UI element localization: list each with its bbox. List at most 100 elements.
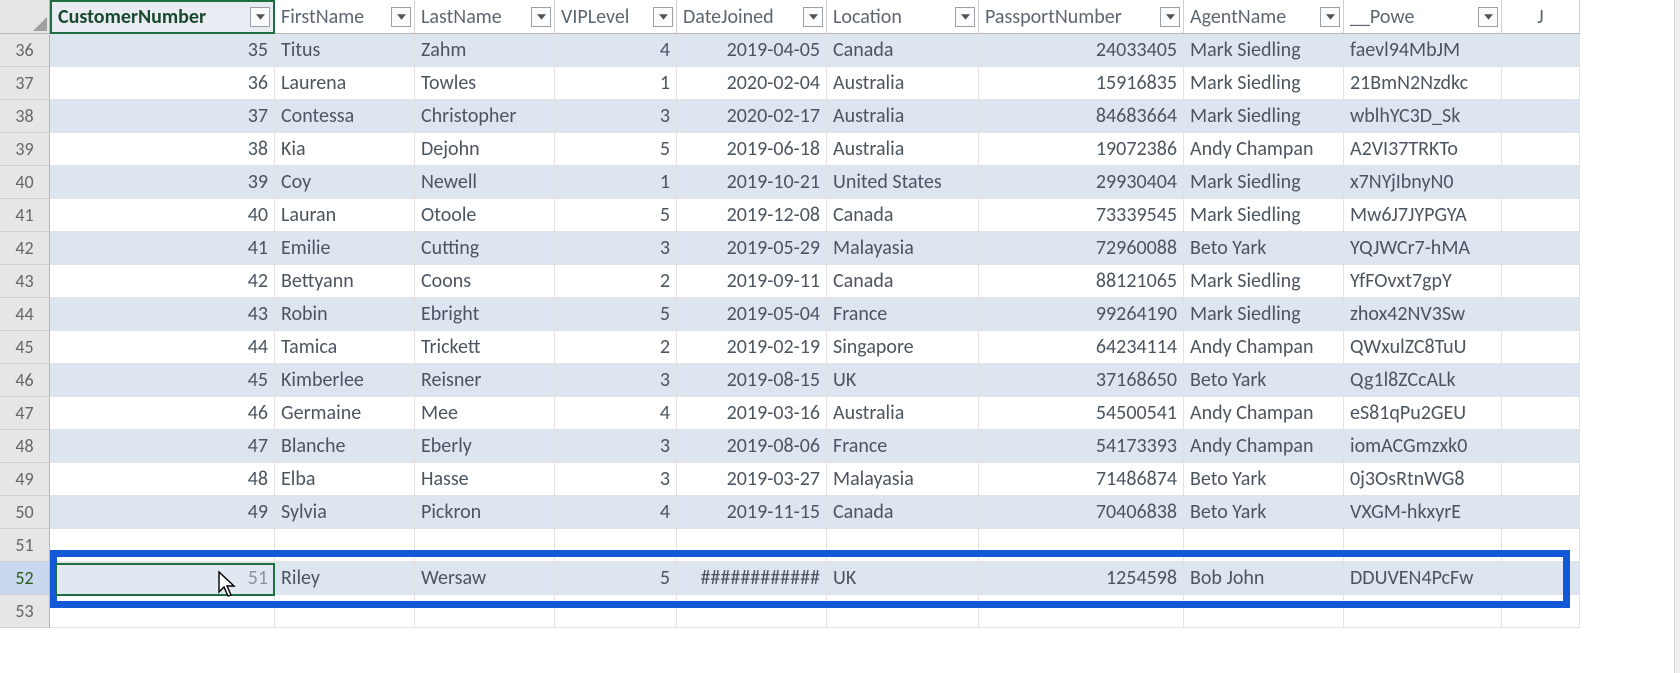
cell-viplevel[interactable]: 5 [555,298,677,331]
cell-agentname[interactable]: Mark Siedling [1184,166,1344,199]
cell-passportnumber[interactable]: 73339545 [979,199,1184,232]
cell-customernumber[interactable]: 39 [50,166,275,199]
cell-firstname[interactable] [275,529,415,562]
cell-empty[interactable] [1502,67,1580,100]
row-number[interactable]: 40 [0,166,50,199]
cell-passportnumber[interactable]: 24033405 [979,34,1184,67]
cell-viplevel[interactable]: 1 [555,166,677,199]
cell-powercode[interactable]: YQJWCr7-hMA [1344,232,1502,265]
cell-datejoined[interactable]: 2019-09-11 [677,265,827,298]
cell-lastname[interactable] [415,595,555,628]
cell-viplevel[interactable]: 3 [555,364,677,397]
cell-customernumber[interactable]: 47 [50,430,275,463]
filter-dropdown-icon[interactable] [531,7,551,27]
cell-lastname[interactable] [415,529,555,562]
cell-agentname[interactable]: Mark Siedling [1184,298,1344,331]
cell-customernumber[interactable]: 38 [50,133,275,166]
cell-customernumber[interactable]: 40 [50,199,275,232]
cell-location[interactable] [827,529,979,562]
cell-empty[interactable] [1502,298,1580,331]
cell-datejoined[interactable]: 2019-02-19 [677,331,827,364]
cell-agentname[interactable]: Mark Siedling [1184,34,1344,67]
cell-firstname[interactable]: Contessa [275,100,415,133]
cell-powercode[interactable]: Mw6J7JYPGYA [1344,199,1502,232]
cell-lastname[interactable]: Pickron [415,496,555,529]
filter-dropdown-icon[interactable] [1160,7,1180,27]
filter-dropdown-icon[interactable] [1478,7,1498,27]
cell-empty[interactable] [1502,430,1580,463]
cell-firstname[interactable]: Kia [275,133,415,166]
cell-datejoined[interactable]: 2019-08-06 [677,430,827,463]
cell-lastname[interactable]: Ebright [415,298,555,331]
cell-agentname[interactable]: Mark Siedling [1184,100,1344,133]
cell-powercode[interactable]: QWxulZC8TuU [1344,331,1502,364]
column-header-firstname[interactable]: FirstName [275,0,415,34]
cell-customernumber[interactable]: 51 [50,562,275,595]
cell-location[interactable]: United States [827,166,979,199]
cell-empty[interactable] [1502,496,1580,529]
cell-firstname[interactable]: Emilie [275,232,415,265]
cell-firstname[interactable]: Bettyann [275,265,415,298]
cell-powercode[interactable]: Qg1l8ZCcALk [1344,364,1502,397]
select-all-corner[interactable] [0,0,50,34]
cell-empty[interactable] [1502,463,1580,496]
cell-lastname[interactable]: Cutting [415,232,555,265]
cell-passportnumber[interactable]: 54500541 [979,397,1184,430]
cell-passportnumber[interactable]: 84683664 [979,100,1184,133]
cell-firstname[interactable]: Kimberlee [275,364,415,397]
cell-lastname[interactable]: Coons [415,265,555,298]
cell-datejoined[interactable]: 2019-08-15 [677,364,827,397]
cell-viplevel[interactable]: 4 [555,397,677,430]
filter-dropdown-icon[interactable] [1320,7,1340,27]
cell-powercode[interactable]: faevl94MbJM [1344,34,1502,67]
cell-agentname[interactable]: Mark Siedling [1184,265,1344,298]
cell-agentname[interactable]: Andy Champan [1184,331,1344,364]
cell-lastname[interactable]: Eberly [415,430,555,463]
cell-agentname[interactable]: Beto Yark [1184,364,1344,397]
cell-customernumber[interactable]: 43 [50,298,275,331]
cell-viplevel[interactable]: 3 [555,430,677,463]
filter-dropdown-icon[interactable] [803,7,823,27]
row-number[interactable]: 51 [0,529,50,562]
column-header-viplevel[interactable]: VIPLevel [555,0,677,34]
cell-viplevel[interactable]: 4 [555,496,677,529]
cell-agentname[interactable]: Mark Siedling [1184,67,1344,100]
cell-powercode[interactable] [1344,529,1502,562]
cell-firstname[interactable]: Titus [275,34,415,67]
cell-passportnumber[interactable]: 72960088 [979,232,1184,265]
cell-datejoined[interactable] [677,595,827,628]
cell-powercode[interactable]: x7NYjIbnyN0 [1344,166,1502,199]
cell-viplevel[interactable]: 2 [555,331,677,364]
row-number[interactable]: 37 [0,67,50,100]
cell-agentname[interactable]: Beto Yark [1184,496,1344,529]
cell-datejoined[interactable]: 2019-04-05 [677,34,827,67]
cell-lastname[interactable]: Dejohn [415,133,555,166]
filter-dropdown-icon[interactable] [653,7,673,27]
cell-lastname[interactable]: Newell [415,166,555,199]
cell-firstname[interactable]: Lauran [275,199,415,232]
cell-datejoined[interactable]: 2019-06-18 [677,133,827,166]
cell-location[interactable]: Australia [827,397,979,430]
cell-powercode[interactable]: 0j3OsRtnWG8 [1344,463,1502,496]
cell-empty[interactable] [1502,364,1580,397]
cell-agentname[interactable] [1184,529,1344,562]
cell-empty[interactable] [1502,133,1580,166]
cell-firstname[interactable]: Riley [275,562,415,595]
cell-datejoined[interactable]: 2019-05-29 [677,232,827,265]
cell-viplevel[interactable]: 1 [555,67,677,100]
cell-empty[interactable] [1502,562,1580,595]
cell-location[interactable]: Malayasia [827,232,979,265]
cell-customernumber[interactable]: 45 [50,364,275,397]
cell-passportnumber[interactable] [979,529,1184,562]
cell-passportnumber[interactable]: 19072386 [979,133,1184,166]
cell-customernumber[interactable]: 36 [50,67,275,100]
cell-passportnumber[interactable]: 15916835 [979,67,1184,100]
cell-lastname[interactable]: Towles [415,67,555,100]
cell-viplevel[interactable]: 5 [555,199,677,232]
cell-powercode[interactable]: A2VI37TRKTo [1344,133,1502,166]
cell-location[interactable]: UK [827,364,979,397]
cell-empty[interactable] [1502,397,1580,430]
cell-powercode[interactable]: YfFOvxt7gpY [1344,265,1502,298]
cell-customernumber[interactable]: 41 [50,232,275,265]
cell-location[interactable]: Singapore [827,331,979,364]
